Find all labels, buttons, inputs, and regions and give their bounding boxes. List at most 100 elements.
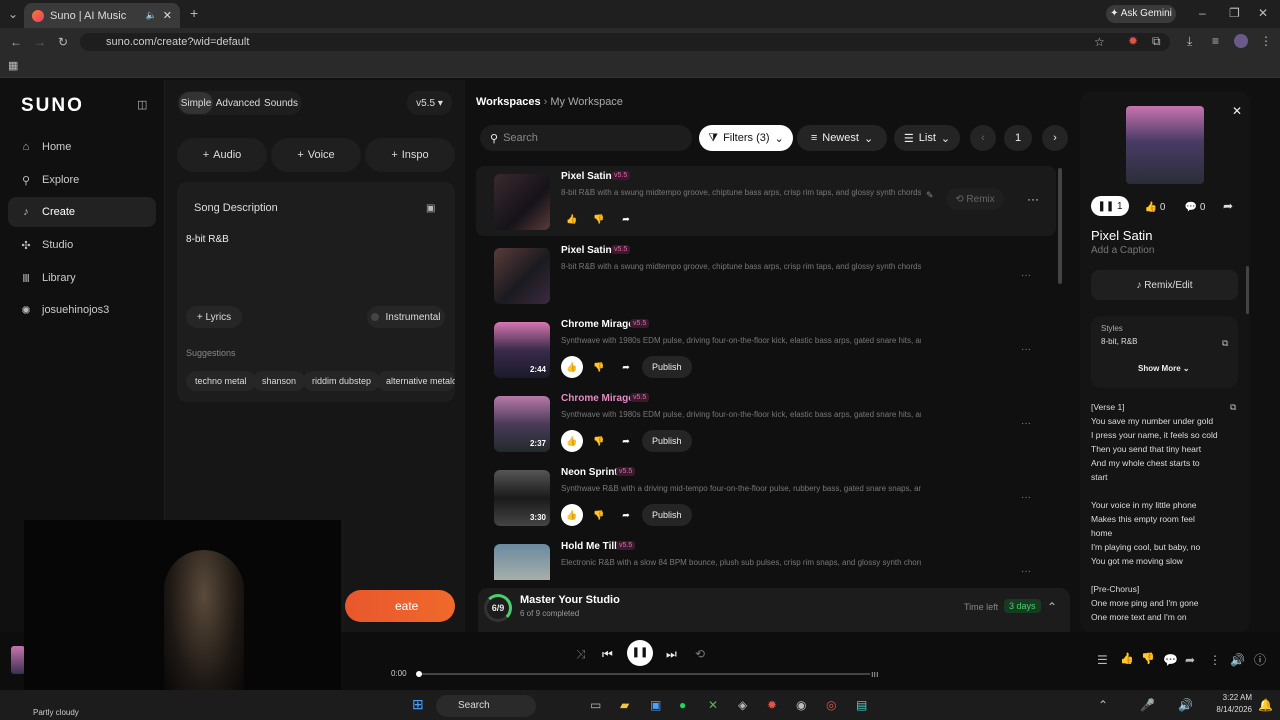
next-icon[interactable]: ⏭ <box>666 647 677 661</box>
track-cover[interactable] <box>494 174 550 230</box>
search-input[interactable]: ⚲ Search <box>480 125 692 151</box>
url-field[interactable]: suno.com/create?wid=default <box>80 33 1170 51</box>
lyrics-button[interactable]: + Lyrics <box>186 306 242 328</box>
download-icon[interactable]: ⤓ <box>1187 34 1192 48</box>
publish-button[interactable]: Publish <box>642 430 692 452</box>
song-description-input[interactable]: 8-bit R&B <box>186 234 229 245</box>
share-icon[interactable]: ➦ <box>615 504 637 526</box>
suggestion-chip[interactable]: alternative metalcor <box>377 371 455 391</box>
sidebar-item-explore[interactable]: ⚲ Explore <box>8 165 156 195</box>
track-title[interactable]: Hold Me Till <box>561 541 617 552</box>
add-audio-button[interactable]: + Audio <box>177 138 267 172</box>
song-cover-art[interactable] <box>1126 106 1204 184</box>
dislike-icon[interactable]: 👎 <box>588 504 610 526</box>
sidebar-item-studio[interactable]: ✣ Studio <box>8 230 156 260</box>
previous-icon[interactable]: ⏮ <box>602 647 613 661</box>
suggestion-chip[interactable]: riddim dubstep <box>303 371 381 391</box>
share-icon[interactable]: ➦ <box>1185 653 1195 667</box>
speaker-icon[interactable]: 🔊 <box>1178 698 1193 712</box>
dislike-icon[interactable]: 👎 <box>1141 652 1155 666</box>
extensions-puzzle-icon[interactable]: ⧉ <box>1152 34 1161 48</box>
profile-avatar[interactable] <box>1234 34 1248 48</box>
reload-icon[interactable]: ↻ <box>58 35 68 49</box>
volume-icon[interactable]: 🔊 <box>1230 653 1245 667</box>
publish-button[interactable]: Publish <box>642 356 692 378</box>
app-icon[interactable]: ◉ <box>796 698 806 712</box>
add-voice-button[interactable]: + Voice <box>271 138 361 172</box>
like-icon[interactable]: 👍 <box>1120 652 1134 666</box>
caption-input[interactable]: Add a Caption <box>1091 245 1154 256</box>
progress-track[interactable] <box>416 671 870 677</box>
info-icon[interactable]: ⓘ <box>1254 653 1266 667</box>
clock-time[interactable]: 3:22 AM <box>1218 693 1252 702</box>
minimize-icon[interactable]: – <box>1199 6 1206 20</box>
track-title[interactable]: Chrome Mirage <box>561 393 634 404</box>
like-icon[interactable]: 👍 <box>561 356 583 378</box>
dislike-icon[interactable]: 👎 <box>588 356 610 378</box>
tab-list-icon[interactable]: ⌄ <box>8 7 18 21</box>
share-icon[interactable]: ➦ <box>615 208 637 230</box>
track-cover[interactable]: 3:30 <box>494 470 550 526</box>
mode-sounds[interactable]: Sounds <box>263 92 299 114</box>
sidebar-item-home[interactable]: ⌂ Home <box>8 132 156 162</box>
track-row[interactable]: Pixel Satin v5.5 8-bit R&B with a swung … <box>476 240 1056 310</box>
sidebar-item-library[interactable]: Ⅲ Library <box>8 263 156 293</box>
edit-pencil-icon[interactable]: ✎ <box>926 188 934 202</box>
comments-button[interactable]: 💬 0 <box>1180 196 1210 218</box>
queue-icon[interactable]: ☰ <box>1097 653 1108 667</box>
forward-icon[interactable]: → <box>34 35 46 49</box>
share-icon[interactable]: ➦ <box>1223 199 1233 213</box>
chrome-menu-icon[interactable]: ⋮ <box>1260 34 1272 48</box>
clock-date[interactable]: 8/14/2026 <box>1210 705 1252 714</box>
track-row[interactable]: 3:30 Neon Sprint v5.5 Synthwave R&B with… <box>476 462 1056 532</box>
more-options-icon[interactable]: ··· <box>1021 418 1031 429</box>
sidebar-item-profile[interactable]: ✺ josuehinojos3 <box>8 295 156 325</box>
xbox-icon[interactable]: ✕ <box>708 698 718 712</box>
track-row[interactable]: 2:44 Chrome Mirage v5.5 Synthwave with 1… <box>476 314 1056 384</box>
sidebar-item-create[interactable]: ♪ Create <box>8 197 156 227</box>
master-studio-banner[interactable]: 6/9 Master Your Studio 6 of 9 completed … <box>478 588 1070 632</box>
track-cover[interactable]: 2:44 <box>494 322 550 378</box>
file-explorer-icon[interactable]: ▰ <box>620 698 629 712</box>
mode-advanced[interactable]: Advanced <box>216 92 260 114</box>
close-icon[interactable]: ✕ <box>1232 104 1242 118</box>
bookmark-star-icon[interactable]: ☆ <box>1094 35 1105 49</box>
taskbar-search[interactable]: Search <box>436 695 536 717</box>
more-options-icon[interactable]: ··· <box>1027 192 1039 206</box>
track-cover[interactable]: 2:37 <box>494 396 550 452</box>
apps-grid-icon[interactable]: ▦ <box>8 59 18 73</box>
track-title[interactable]: Chrome Mirage <box>561 319 634 330</box>
track-title[interactable]: Neon Sprint <box>561 467 618 478</box>
spotify-icon[interactable]: ● <box>679 698 686 712</box>
windows-start-icon[interactable]: ⊞ <box>412 697 424 711</box>
epic-games-icon[interactable]: ◈ <box>738 698 747 712</box>
store-icon[interactable]: ▣ <box>650 698 661 712</box>
now-playing-cover[interactable] <box>11 646 25 674</box>
track-row[interactable]: Hold Me Till v5.5 Electronic R&B with a … <box>476 536 1056 580</box>
more-options-icon[interactable]: ··· <box>1021 344 1031 355</box>
notification-icon[interactable]: 🔔 <box>1258 698 1273 712</box>
extension-icon[interactable]: ✹ <box>1128 34 1138 48</box>
show-more-button[interactable]: Show More ⌄ <box>1138 364 1190 373</box>
dislike-icon[interactable]: 👎 <box>588 430 610 452</box>
weather-text[interactable]: Partly cloudy <box>33 708 79 717</box>
track-title[interactable]: Pixel Satin <box>561 171 612 182</box>
sort-select[interactable]: ≡ Newest ⌄ <box>797 125 887 151</box>
copy-icon[interactable]: ⧉ <box>1222 336 1228 350</box>
chrome-icon[interactable]: ◎ <box>826 698 836 712</box>
view-select[interactable]: ☰ List ⌄ <box>894 125 960 151</box>
pause-button[interactable]: ❚❚ <box>627 640 653 666</box>
page-number[interactable]: 1 <box>1004 125 1032 151</box>
progress-handle[interactable] <box>416 671 422 677</box>
suno-logo[interactable]: SUNO <box>21 95 84 117</box>
dislike-icon[interactable]: 👎 <box>588 208 610 230</box>
mode-simple[interactable]: Simple <box>179 92 213 114</box>
breadcrumb-root[interactable]: Workspaces <box>476 96 541 108</box>
task-view-icon[interactable]: ▭ <box>590 698 601 712</box>
track-cover[interactable] <box>494 248 550 304</box>
next-page-button[interactable]: › <box>1042 125 1068 151</box>
chevron-up-icon[interactable]: ⌃ <box>1047 600 1057 614</box>
window-close-icon[interactable]: ✕ <box>1258 6 1268 20</box>
shuffle-icon[interactable]: ⤨ <box>576 647 586 661</box>
more-options-icon[interactable]: ··· <box>1021 270 1031 281</box>
